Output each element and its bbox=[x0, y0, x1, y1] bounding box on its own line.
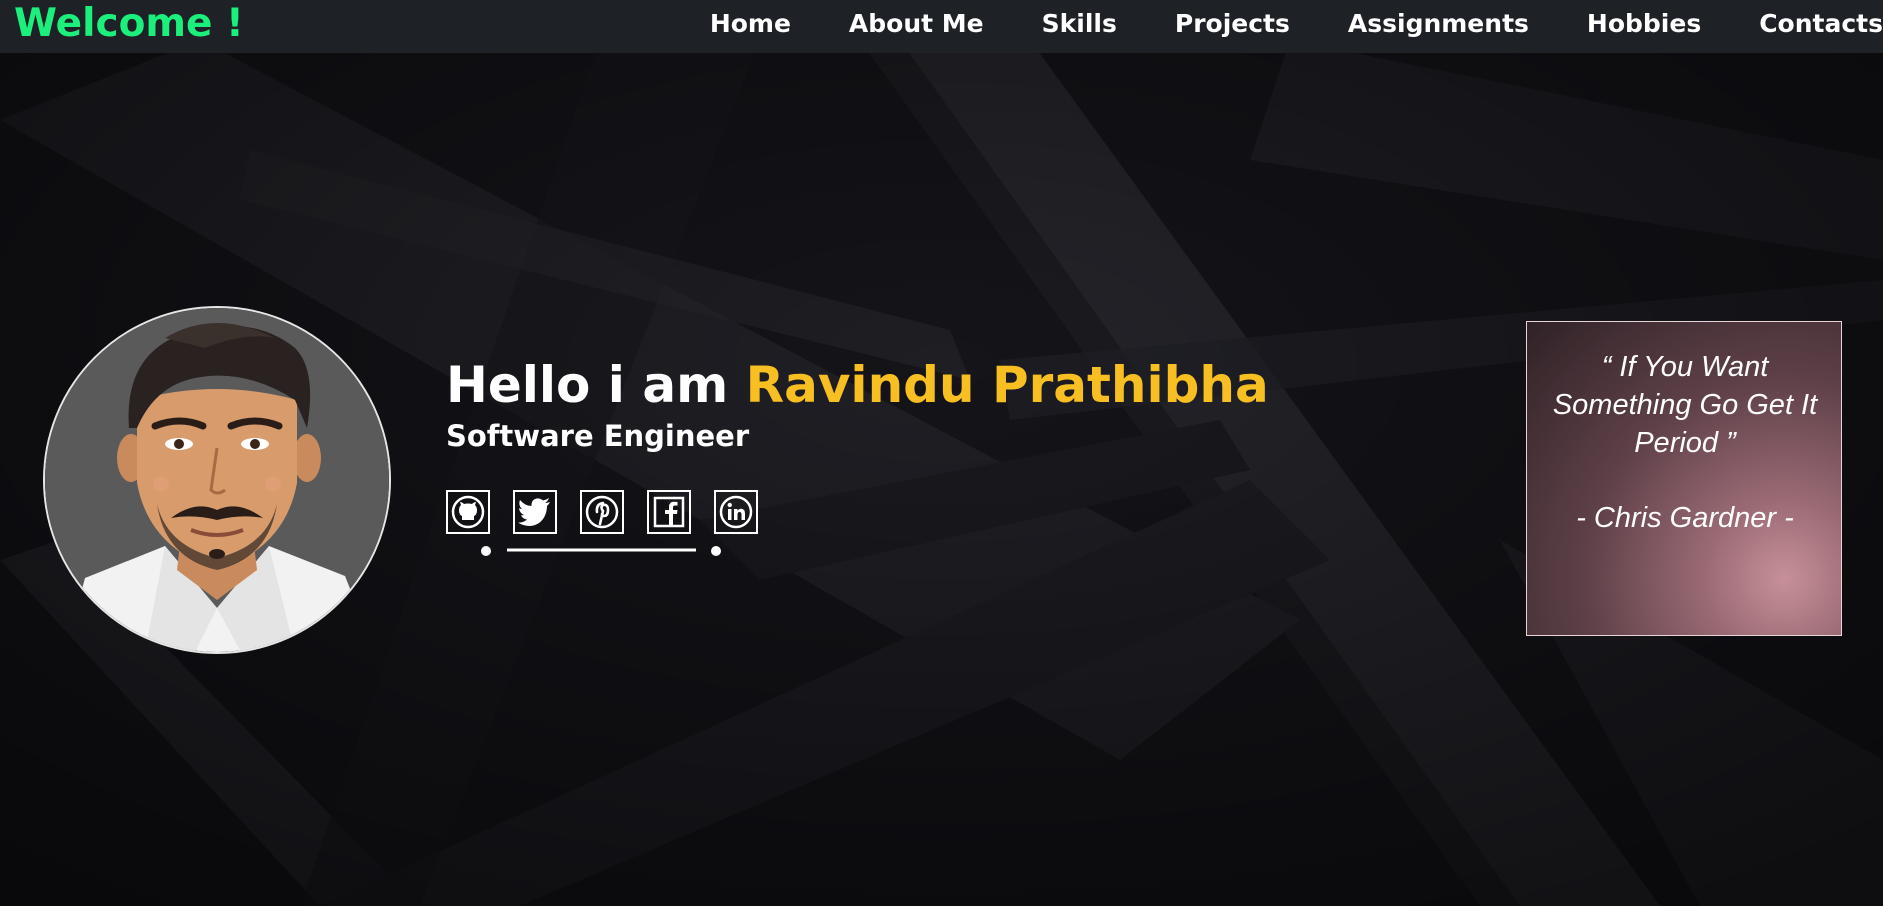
nav-links: Home About Me Skills Projects Assignment… bbox=[652, 0, 1883, 46]
greeting-text: Hello i am bbox=[446, 356, 746, 414]
hero-greeting: Hello i am Ravindu Prathibha bbox=[446, 350, 1269, 420]
nav-assignments[interactable]: Assignments bbox=[1348, 9, 1529, 38]
pinterest-icon[interactable] bbox=[580, 490, 624, 534]
profile-avatar bbox=[43, 306, 391, 654]
linkedin-icon[interactable] bbox=[714, 490, 758, 534]
nav-about-me[interactable]: About Me bbox=[849, 9, 984, 38]
twitter-icon[interactable] bbox=[513, 490, 557, 534]
nav-skills[interactable]: Skills bbox=[1042, 9, 1117, 38]
facebook-icon[interactable] bbox=[647, 490, 691, 534]
hero-role: Software Engineer bbox=[446, 419, 750, 453]
quote-text: “ If You Want Something Go Get It Period… bbox=[1552, 351, 1818, 459]
github-icon[interactable] bbox=[446, 490, 490, 534]
social-divider bbox=[481, 546, 721, 556]
quote-card: “ If You Want Something Go Get It Period… bbox=[1526, 321, 1842, 636]
nav-projects[interactable]: Projects bbox=[1175, 9, 1290, 38]
top-navbar: Welcome ! Home About Me Skills Projects … bbox=[0, 0, 1883, 53]
nav-home[interactable]: Home bbox=[710, 9, 791, 38]
hero-intro: Hello i am Ravindu Prathibha Software En… bbox=[446, 350, 1269, 456]
social-links bbox=[446, 490, 766, 560]
nav-hobbies[interactable]: Hobbies bbox=[1587, 9, 1701, 38]
nav-contacts[interactable]: Contacts bbox=[1759, 9, 1883, 38]
quote-author: - Chris Gardner - bbox=[1576, 502, 1794, 534]
hero-name: Ravindu Prathibha bbox=[745, 356, 1269, 414]
brand-title[interactable]: Welcome ! bbox=[14, 0, 244, 50]
